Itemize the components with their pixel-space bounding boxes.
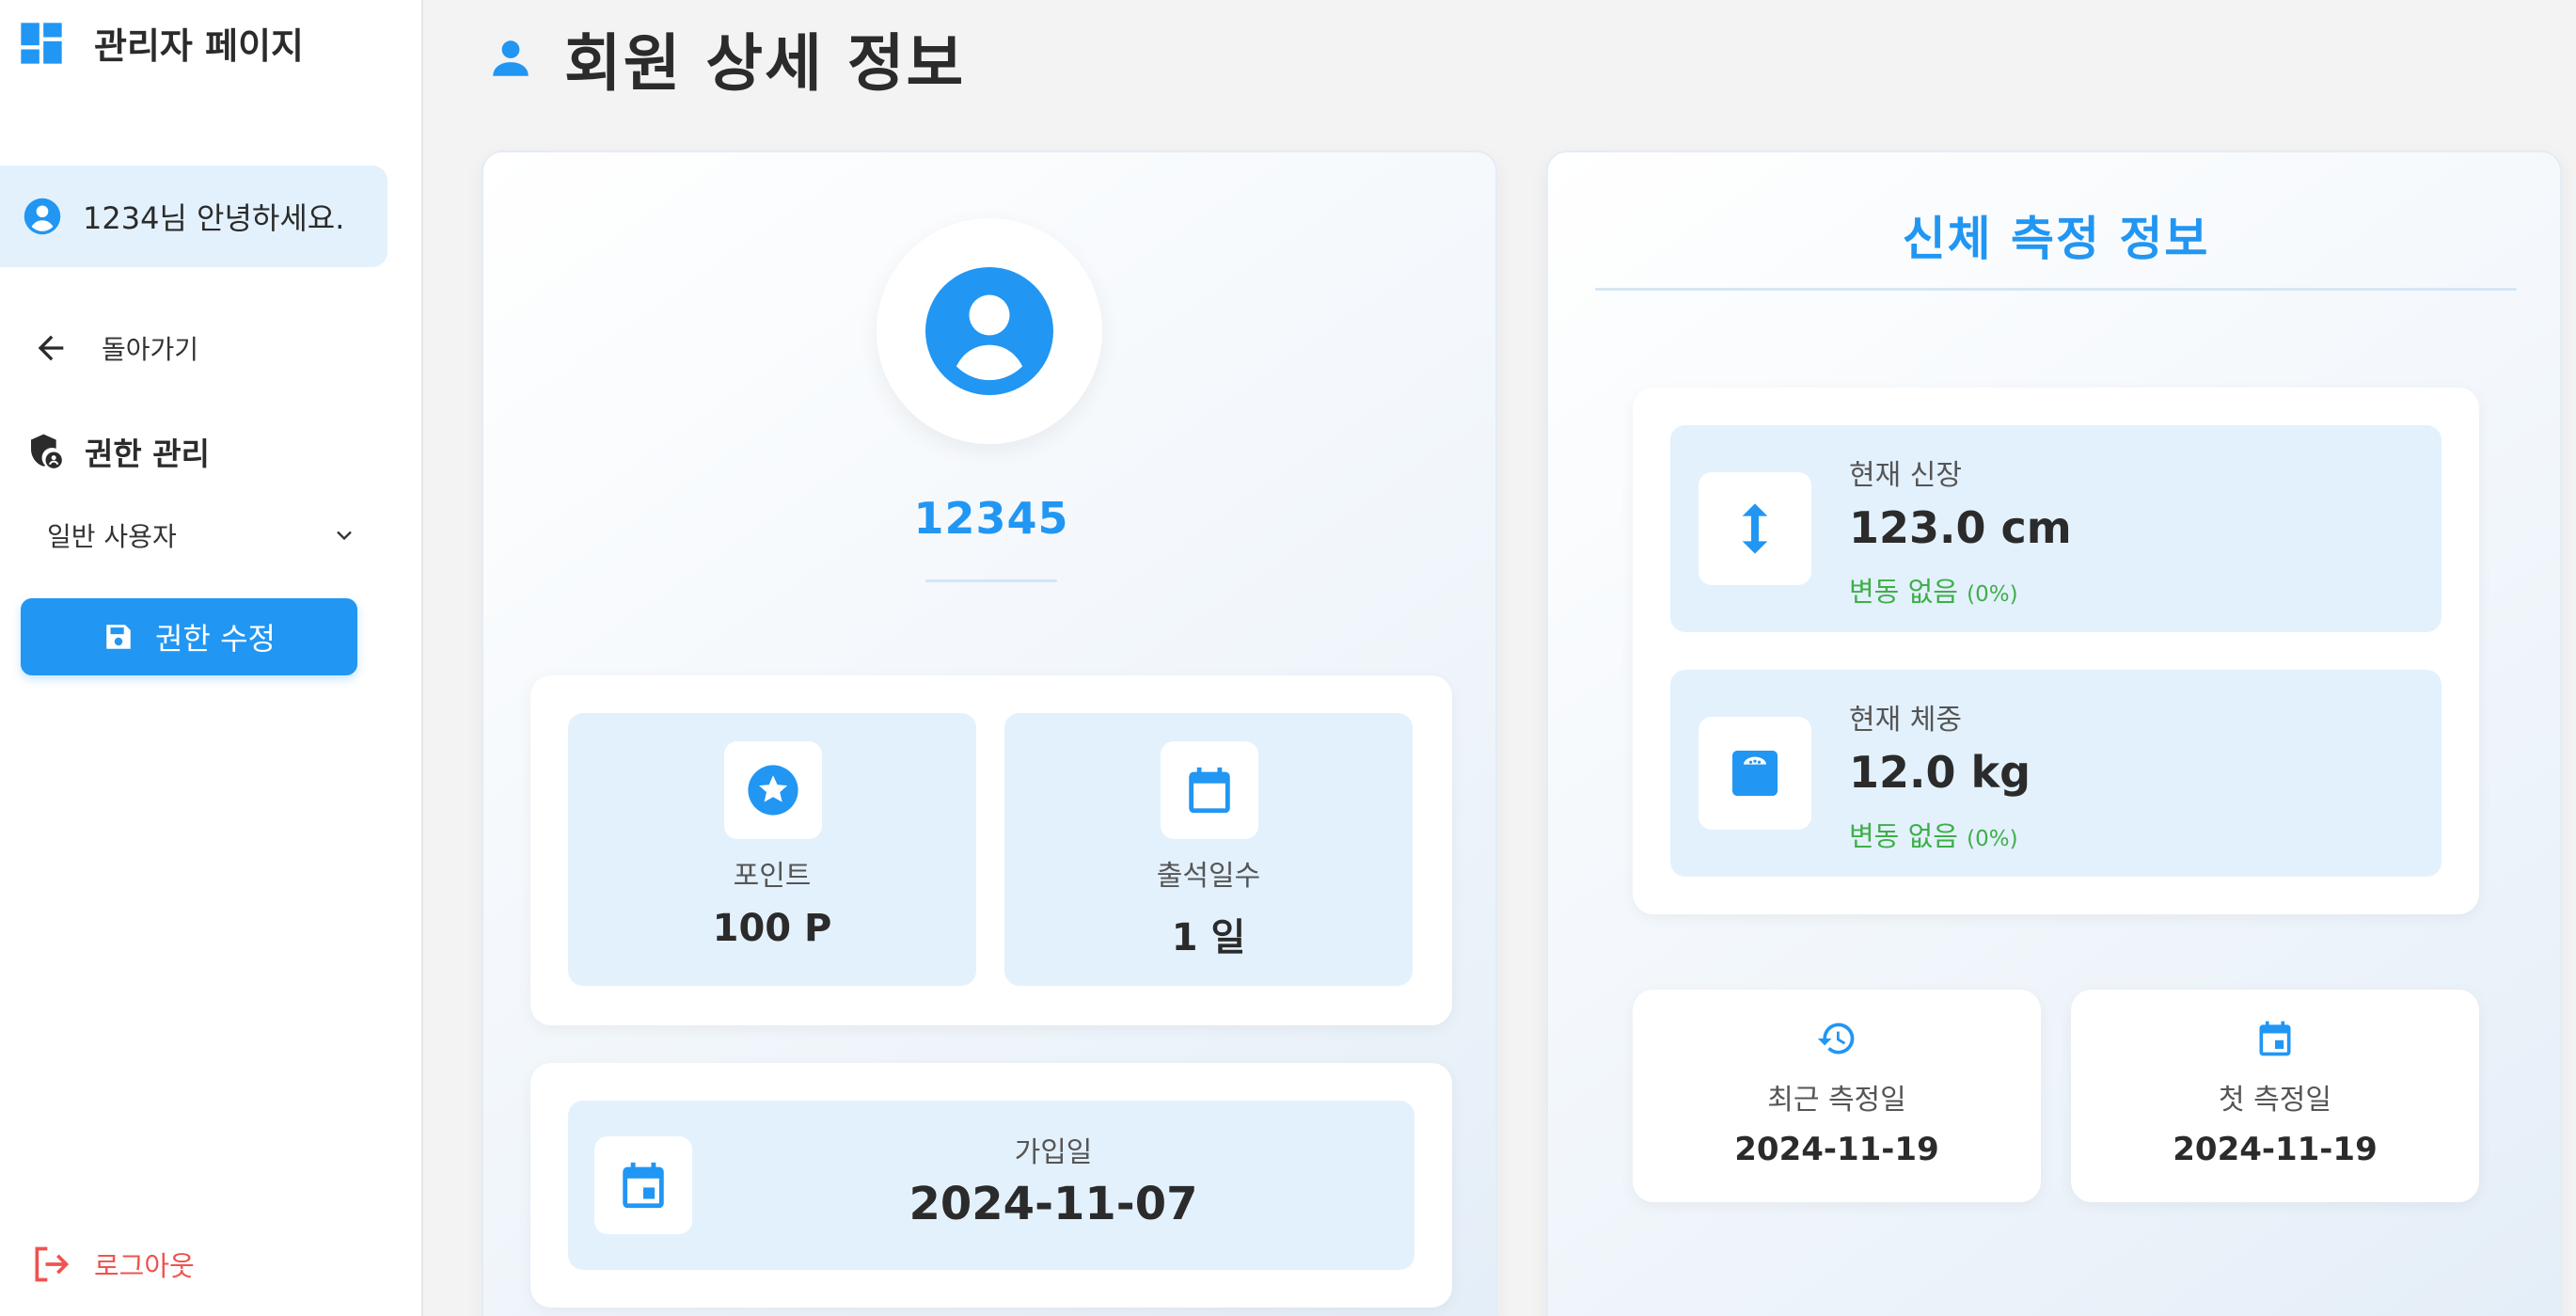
save-button-label: 권한 수정 — [155, 621, 276, 657]
height-change-percent: (0%) — [1967, 582, 2018, 607]
history-icon — [1817, 1023, 1855, 1054]
height-tile: 현재 신장 123.0 cm 변동 없음 (0%) — [1670, 425, 2442, 632]
height-icon-box — [1699, 472, 1811, 585]
scale-icon — [1732, 751, 1778, 796]
weight-change-percent: (0%) — [1967, 827, 2018, 851]
save-permission-button[interactable]: 권한 수정 — [21, 598, 357, 675]
admin-shield-icon — [31, 434, 62, 468]
weight-change: 변동 없음 (0%) — [1849, 815, 2018, 854]
points-icon-box — [724, 741, 822, 839]
attendance-icon-box — [1161, 741, 1258, 839]
points-tile: 포인트 100 P — [568, 713, 976, 986]
height-change-text: 변동 없음 — [1849, 576, 1958, 608]
weight-value: 12.0 kg — [1849, 747, 2031, 798]
greeting-suffix: 님 안녕하세요. — [159, 200, 345, 236]
member-id: 12345 — [913, 493, 1069, 544]
height-change: 변동 없음 (0%) — [1849, 570, 2018, 610]
join-date-panel: 가입일 2024-11-07 — [530, 1063, 1452, 1308]
back-link[interactable]: 돌아가기 — [32, 329, 198, 367]
height-label: 현재 신장 — [1849, 459, 1962, 492]
attendance-tile: 출석일수 1 일 — [1004, 713, 1413, 986]
recent-measurement-label: 최근 측정일 — [1767, 1084, 1906, 1117]
person-icon — [493, 40, 529, 76]
logout-icon — [35, 1246, 70, 1282]
weight-label: 현재 체중 — [1849, 704, 1962, 737]
recent-measurement-value: 2024-11-19 — [1734, 1131, 1939, 1168]
sidebar: 관리자 페이지 1234님 안녕하세요. 돌아가기 권한 관리 일반 사용자 권… — [0, 0, 423, 1316]
greeting-username: 1234 — [83, 200, 160, 236]
brand: 관리자 페이지 — [17, 17, 304, 69]
calendar-event-icon — [2259, 1021, 2291, 1056]
stats-panel: 포인트 100 P 출석일수 1 일 — [530, 675, 1452, 1025]
star-icon — [748, 765, 798, 816]
logout-link[interactable]: 로그아웃 — [30, 1244, 195, 1285]
avatar — [877, 218, 1102, 444]
role-select[interactable]: 일반 사용자 — [47, 514, 357, 557]
greeting-text: 1234님 안녕하세요. — [83, 195, 344, 238]
join-date-tile: 가입일 2024-11-07 — [568, 1101, 1414, 1270]
height-value: 123.0 cm — [1849, 502, 2072, 553]
logout-label: 로그아웃 — [94, 1250, 195, 1282]
join-date-value: 2024-11-07 — [909, 1178, 1198, 1230]
app-title: 관리자 페이지 — [94, 25, 304, 67]
divider — [925, 579, 1057, 582]
divider — [1595, 288, 2517, 291]
first-measurement-card: 첫 측정일 2024-11-19 — [2071, 990, 2479, 1202]
join-icon-box — [594, 1136, 692, 1234]
points-label: 포인트 — [733, 860, 812, 893]
permission-title: 권한 관리 — [85, 436, 210, 472]
first-measurement-label: 첫 측정일 — [2219, 1084, 2331, 1117]
arrow-vertical-icon — [1742, 503, 1768, 554]
measurement-panel: 현재 신장 123.0 cm 변동 없음 (0%) 현재 체중 12.0 kg … — [1633, 388, 2479, 914]
page-header: 회원 상세 정보 — [487, 13, 965, 103]
first-measurement-value: 2024-11-19 — [2173, 1131, 2378, 1168]
chevron-down-icon — [337, 531, 352, 541]
dashboard-icon — [21, 22, 62, 64]
user-greeting: 1234님 안녕하세요. — [0, 166, 387, 267]
attendance-value: 1 일 — [1171, 916, 1246, 959]
weight-icon-box — [1699, 717, 1811, 830]
account-circle-icon — [925, 267, 1053, 395]
back-label: 돌아가기 — [102, 334, 199, 365]
permission-section-title: 권한 관리 — [26, 429, 210, 474]
arrow-left-icon — [38, 335, 64, 361]
floppy-disk-icon — [106, 625, 131, 649]
attendance-label: 출석일수 — [1156, 860, 1261, 893]
join-date-label: 가입일 — [1014, 1136, 1093, 1169]
weight-tile: 현재 체중 12.0 kg 변동 없음 (0%) — [1670, 670, 2442, 877]
member-profile-card: 12345 포인트 100 P 출석일수 1 일 가입일 2024-11-07 — [482, 151, 1497, 1316]
role-select-value: 일반 사용자 — [47, 521, 177, 552]
points-value: 100 P — [712, 907, 832, 950]
body-measurement-title: 신체 측정 정보 — [1902, 212, 2210, 266]
weight-change-text: 변동 없음 — [1849, 820, 1958, 852]
calendar-icon — [1189, 767, 1230, 814]
body-measurement-card: 신체 측정 정보 현재 신장 123.0 cm 변동 없음 (0%) 현재 체중… — [1546, 151, 2562, 1316]
recent-measurement-card: 최근 측정일 2024-11-19 — [1633, 990, 2041, 1202]
account-circle-icon — [24, 198, 61, 235]
calendar-event-icon — [623, 1162, 664, 1209]
page-title: 회원 상세 정보 — [564, 27, 966, 100]
